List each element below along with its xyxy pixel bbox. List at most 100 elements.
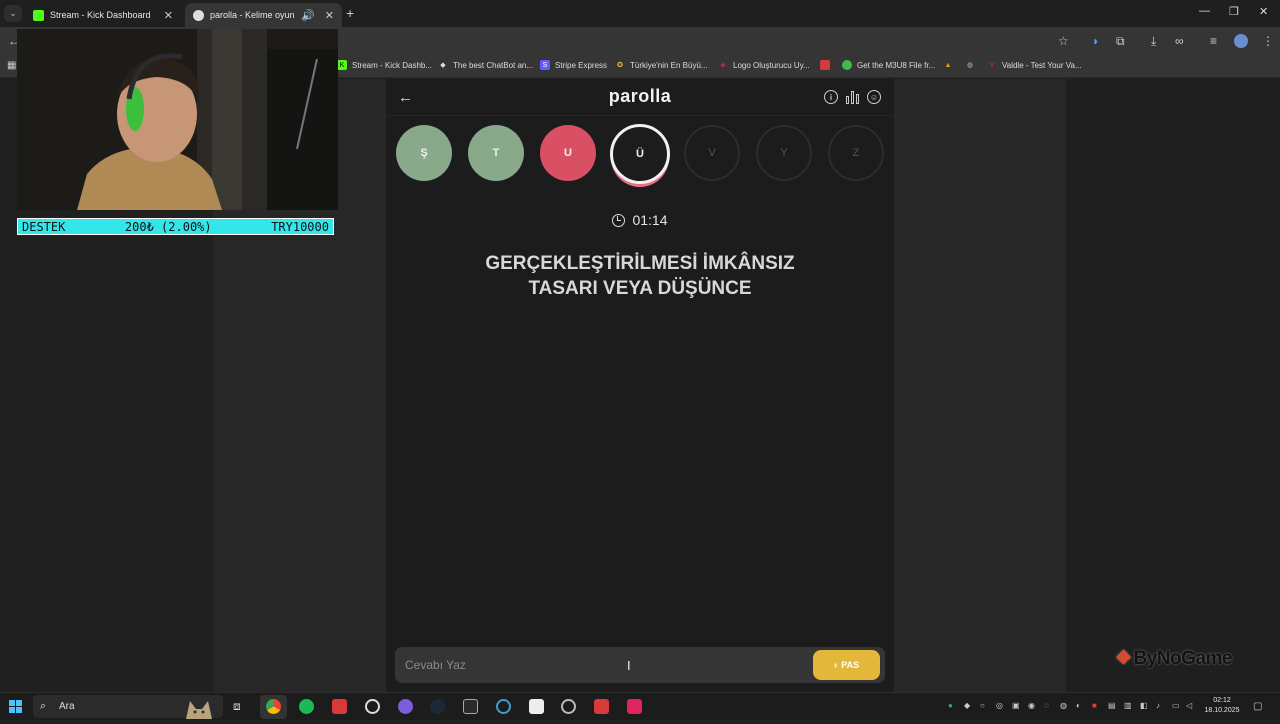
bookmark-turkiye[interactable]: ✪ Türkiye'nin En Büyü... [615, 60, 708, 70]
spotify-icon[interactable] [299, 699, 314, 714]
notification-icon[interactable]: ▢ [1253, 701, 1262, 712]
tray-icon[interactable]: ◆ [964, 701, 970, 710]
tray-icon[interactable]: ◉ [1028, 701, 1035, 710]
tab-parolla[interactable]: parolla - Kelime oyunu. Gün 🔊 ✕ [185, 3, 342, 27]
close-window-icon[interactable]: ✕ [1259, 5, 1268, 18]
epic-games-icon[interactable] [463, 699, 478, 714]
taskbar-clock[interactable]: 02:12 18.10.2025 [1200, 696, 1244, 716]
game-title: parolla [608, 86, 672, 106]
chrome-icon[interactable] [266, 699, 281, 714]
bookmark-star-icon[interactable]: ☆ [1058, 34, 1069, 48]
close-tab-icon[interactable]: ✕ [164, 9, 173, 22]
bookmark-chatbot[interactable]: ◆ The best ChatBot an... [438, 60, 533, 70]
letter-char: Ş [420, 147, 428, 159]
profile-avatar-icon[interactable] [1234, 34, 1248, 48]
tray-icon[interactable]: ▥ [1124, 701, 1132, 710]
tray-steam-icon[interactable]: ◍ [1060, 701, 1067, 710]
letter-circle-current: Ü [610, 124, 670, 184]
answer-input[interactable] [405, 657, 705, 673]
chatbot-icon: ◆ [440, 62, 446, 69]
app-blue-icon[interactable] [496, 699, 511, 714]
bookmark-label: The best ChatBot an... [453, 60, 534, 70]
capcut-icon[interactable] [529, 699, 544, 714]
valdle-taskbar-icon[interactable] [627, 699, 642, 714]
chevron-right-icon: › [833, 659, 838, 671]
restore-icon[interactable]: ❐ [1229, 5, 1239, 18]
microphone-icon[interactable]: ♪ [1156, 701, 1160, 710]
close-tab-icon[interactable]: ✕ [325, 9, 334, 22]
download-icon[interactable]: ⤓ [1151, 34, 1156, 49]
support-goal: TRY10000 [271, 219, 329, 234]
bookmark-label: Türkiye'nin En Büyü... [630, 60, 708, 70]
search-icon: ⌕ [40, 700, 47, 712]
menu-icon[interactable]: ⋮ [1262, 34, 1274, 48]
tray-icon[interactable]: ▣ [1012, 701, 1020, 710]
tray-icon[interactable]: ○ [980, 701, 985, 710]
timer: 01:14 [590, 212, 690, 228]
profile-icon[interactable]: ☺ [867, 90, 881, 104]
tab-title: parolla - Kelime oyunu. Gün [210, 10, 295, 20]
tray-icon[interactable]: ◧ [1140, 701, 1148, 710]
stripe-icon: S [540, 60, 550, 70]
discord-icon[interactable] [398, 699, 413, 714]
apps-grid-icon[interactable]: ▦ [7, 60, 16, 71]
speaker-icon[interactable]: 🔊 [301, 9, 315, 22]
network-icon[interactable]: ▭ [1172, 701, 1180, 710]
letter-circle: U [540, 125, 596, 181]
letter-char: T [492, 147, 500, 159]
letter-circle: Ş [396, 125, 452, 181]
bookmark-stripe[interactable]: S Stripe Express [540, 60, 607, 70]
bookmark-red[interactable] [820, 60, 835, 70]
new-tab-button[interactable]: + [346, 5, 354, 21]
letter-char: Ü [636, 148, 644, 160]
tab-kick-dashboard[interactable]: Stream - Kick Dashboard ✕ [25, 3, 181, 27]
bookmark-orange[interactable]: ▲ [943, 60, 958, 70]
letter-circle: Z [828, 125, 884, 181]
bookmark-globe[interactable]: ◍ [965, 60, 980, 70]
clock-time: 02:12 [1213, 697, 1231, 704]
tray-icon[interactable]: ◌ [1044, 701, 1049, 710]
tray-icon[interactable]: ■ [1092, 701, 1097, 710]
app-circle-icon[interactable] [561, 699, 576, 714]
right-panel [1066, 79, 1280, 692]
extension-icon[interactable]: ◗ [1092, 34, 1099, 48]
media-control-icon[interactable]: ≡ [1210, 34, 1217, 48]
tab-list-button[interactable]: ⌄ [4, 5, 22, 22]
back-arrow-icon[interactable]: ← [398, 89, 413, 106]
tab-title: Stream - Kick Dashboard [50, 10, 151, 20]
red-bookmark-icon [820, 60, 830, 70]
pass-button[interactable]: › PAS [813, 650, 880, 680]
steam-icon[interactable] [430, 699, 445, 714]
tray-icon[interactable]: ◎ [996, 701, 1003, 710]
question-line: GERÇEKLEŞTİRİLMESİ İMKÂNSIZ [485, 253, 795, 274]
minimize-icon[interactable]: — [1199, 5, 1210, 17]
stats-icon[interactable] [846, 90, 860, 104]
bookmark-kick[interactable]: K Stream - Kick Dashb... [337, 60, 432, 70]
tray-icon[interactable]: ◐ [1076, 701, 1081, 710]
link-icon[interactable]: ∞ [1175, 34, 1184, 48]
tray-spotify-icon[interactable]: ● [948, 701, 953, 710]
kick-icon: K [337, 60, 347, 70]
m3u8-icon [842, 60, 852, 70]
bookmark-logo[interactable]: ◈ Logo Oluşturucu Uy... [718, 60, 809, 70]
app-red-icon[interactable] [332, 699, 347, 714]
info-icon[interactable]: i [824, 90, 838, 104]
letter-char: Y [780, 147, 788, 159]
pass-label: PAS [841, 660, 860, 670]
obs-icon[interactable] [365, 699, 380, 714]
widget-animal-icon[interactable] [178, 693, 218, 719]
app-red2-icon[interactable] [594, 699, 609, 714]
task-view-icon[interactable]: ⧈ [233, 699, 248, 714]
clock-icon [612, 213, 626, 227]
letter-char: Z [852, 147, 860, 159]
bookmark-valdle[interactable]: V Valdle - Test Your Va... [987, 60, 1082, 70]
extensions-puzzle-icon[interactable]: ⧉ [1116, 34, 1125, 49]
volume-icon[interactable]: ◁ [1186, 701, 1192, 710]
bookmark-m3u8[interactable]: Get the M3U8 File fr... [842, 60, 935, 70]
timer-value: 01:14 [632, 212, 668, 228]
webcam-feed-icon [17, 29, 338, 210]
tray-icon[interactable]: ▤ [1108, 701, 1116, 710]
turkiye-icon: ✪ [617, 62, 623, 69]
support-goal-bar: DESTEK 200₺ (2.00%) TRY10000 [17, 218, 334, 235]
windows-start-icon[interactable] [9, 700, 22, 713]
